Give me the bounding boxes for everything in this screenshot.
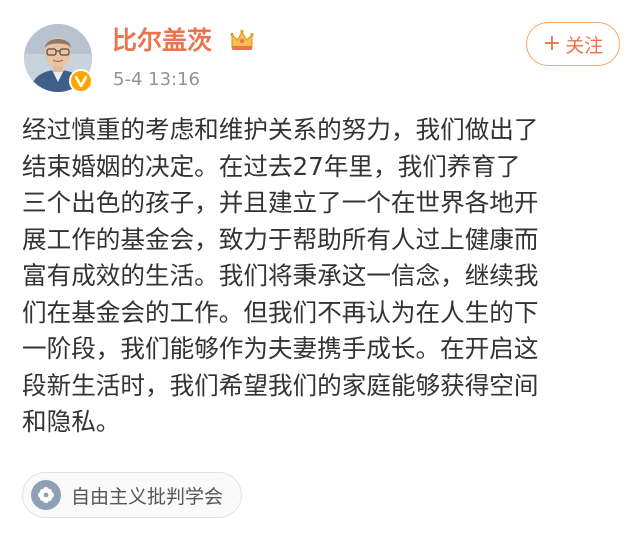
post-text-line: 们在基金会的工作。但我们不再认为在人生的下 xyxy=(22,297,539,327)
plus-icon: + xyxy=(542,31,562,56)
post-timestamp: 5-4 13:16 xyxy=(113,69,200,90)
topic-flower-icon xyxy=(31,480,61,510)
post-text-line: 富有成效的生活。我们将秉承这一信念，继续我 xyxy=(22,261,539,290)
follow-label: 关注 xyxy=(565,34,604,57)
crown-icon[interactable] xyxy=(229,27,255,53)
post-text-line: 和隐私。 xyxy=(22,407,121,436)
post-body: 经过慎重的考虑和维护关系的努力，我们做出了 结束婚姻的决定。在过去27年里，我们… xyxy=(22,112,627,441)
topic-chip[interactable]: 自由主义批判学会 xyxy=(22,472,243,518)
verified-badge-icon xyxy=(69,69,93,93)
post-text-line: 一阶段，我们能够作为夫妻携手成长。在开启这 xyxy=(22,334,539,363)
username[interactable]: 比尔盖茨 xyxy=(112,24,212,58)
post-text-line: 段新生活时，我们希望我们的家庭能够获得空间 xyxy=(22,370,539,400)
post-text-line: 展工作的基金会，致力于帮助所有人过上健康而 xyxy=(22,224,539,254)
post-header: 比尔盖茨 5-4 13:16 + 关注 xyxy=(0,0,640,110)
follow-button[interactable]: + 关注 xyxy=(526,22,620,66)
post-text-line: 结束婚姻的决定。在过去27年里，我们养育了 xyxy=(22,151,521,181)
topic-label: 自由主义批判学会 xyxy=(71,485,224,508)
post-text-line: 三个出色的孩子，并且建立了一个在世界各地开 xyxy=(22,188,539,217)
post-text-line: 经过慎重的考虑和维护关系的努力，我们做出了 xyxy=(22,115,539,144)
